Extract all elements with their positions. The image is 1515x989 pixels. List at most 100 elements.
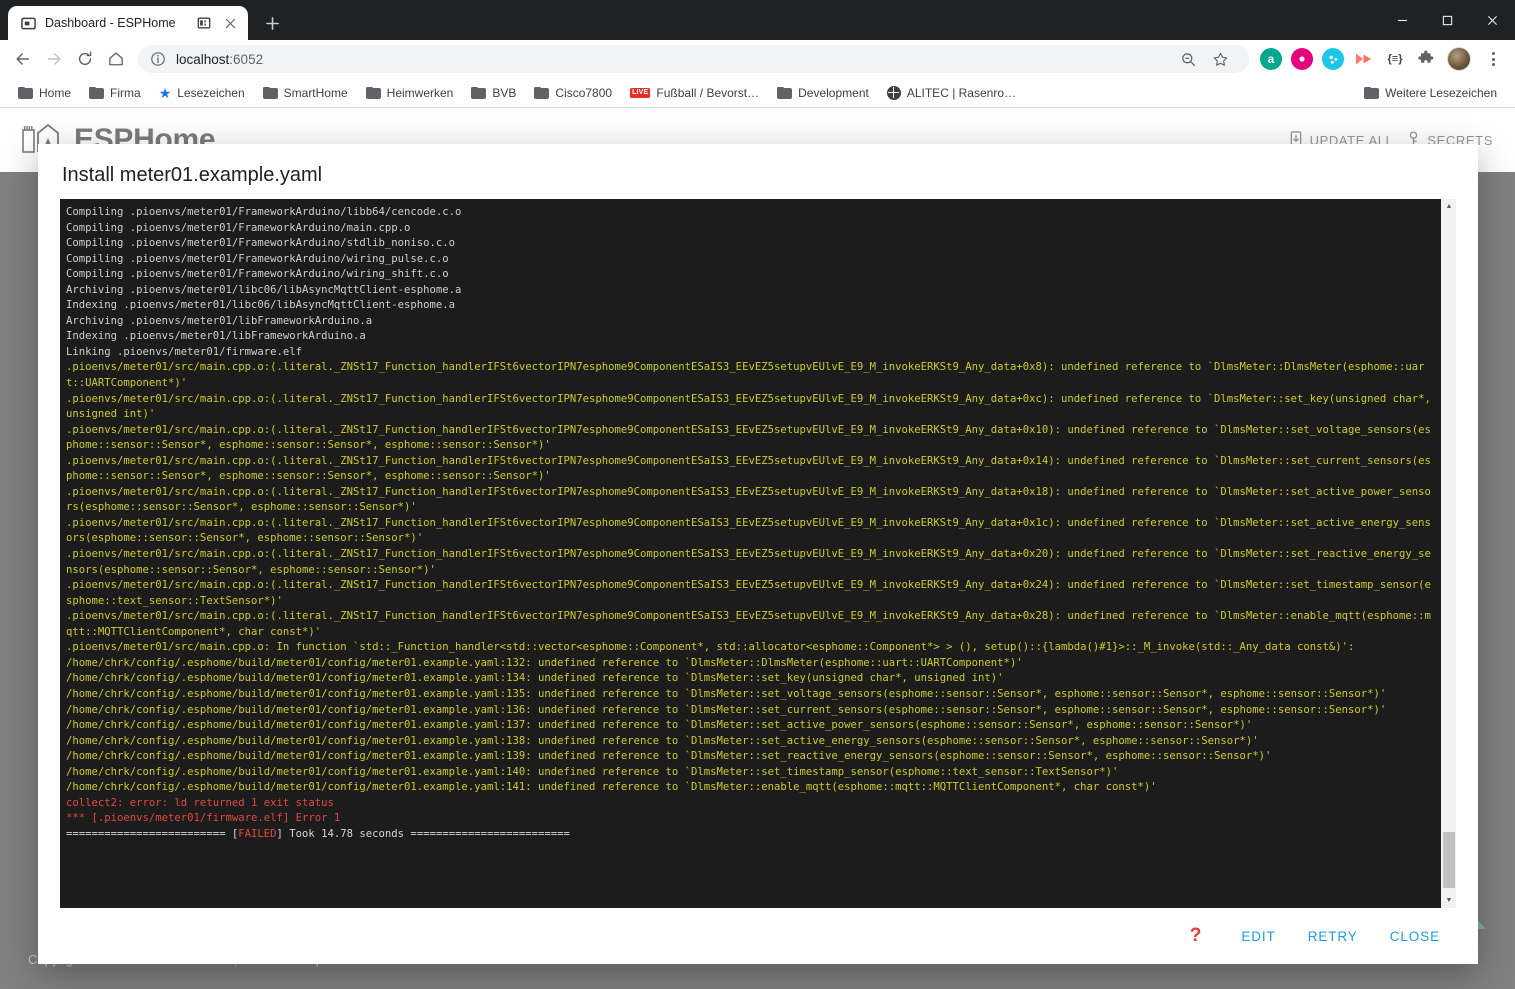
- other-bookmarks-folder[interactable]: Weitere Lesezeichen: [1356, 82, 1505, 104]
- build-log-terminal: Compiling .pioenvs/meter01/FrameworkArdu…: [60, 199, 1456, 908]
- window-minimize-button[interactable]: [1380, 4, 1425, 37]
- omnibox-actions: [1173, 44, 1235, 74]
- retry-button[interactable]: RETRY: [1292, 920, 1374, 953]
- terminal-line: /home/chrk/config/.esphome/build/meter01…: [66, 672, 1004, 685]
- terminal-line: Compiling .pioenvs/meter01/FrameworkArdu…: [66, 252, 449, 265]
- help-button[interactable]: ?: [1176, 917, 1216, 955]
- reload-icon[interactable]: [70, 44, 100, 74]
- bookmark-label: Fußball / Bevorst…: [656, 85, 760, 100]
- window-controls: [1380, 0, 1515, 40]
- star-bookmark-icon[interactable]: [1205, 44, 1235, 74]
- bookmark-item-home[interactable]: Home: [10, 82, 79, 104]
- terminal-line: *** [.pioenvs/meter01/firmware.elf] Erro…: [66, 812, 341, 825]
- folder-icon: [262, 86, 278, 99]
- close-button[interactable]: CLOSE: [1374, 920, 1456, 953]
- bookmark-label: Firma: [110, 85, 141, 100]
- folder-icon: [18, 86, 33, 99]
- terminal-scrollbar[interactable]: ▲ ▼: [1440, 199, 1456, 908]
- star-icon: ★: [158, 84, 172, 101]
- bookmark-label: Cisco7800: [555, 85, 613, 100]
- terminal-line: /home/chrk/config/.esphome/build/meter01…: [66, 656, 1023, 669]
- terminal-line: Compiling .pioenvs/meter01/FrameworkArdu…: [66, 206, 462, 218]
- folder-icon: [534, 86, 550, 99]
- terminal-line: Indexing .pioenvs/meter01/libFrameworkAr…: [66, 330, 366, 343]
- bookmark-item-lesezeichen[interactable]: ★ Lesezeichen: [151, 82, 253, 104]
- bookmark-item-smarthome[interactable]: SmartHome: [255, 82, 356, 104]
- privacy-badger-extension-icon[interactable]: [1291, 48, 1313, 70]
- browser-toolbar: localhost:6052 a {≡}: [0, 40, 1515, 78]
- bookmark-label: ALITEC | Rasenro…: [906, 85, 1016, 100]
- folder-icon: [365, 86, 381, 99]
- terminal-line: Indexing .pioenvs/meter01/libc06/libAsyn…: [66, 299, 456, 312]
- terminal-line: .pioenvs/meter01/src/main.cpp.o:(.litera…: [66, 423, 1431, 452]
- video-downloader-extension-icon[interactable]: [1353, 48, 1375, 70]
- scroll-down-arrow-icon[interactable]: ▼: [1441, 893, 1456, 908]
- site-info-icon[interactable]: [150, 51, 166, 67]
- bookmarks-bar: Home Firma ★ Lesezeichen SmartHome Heimwe…: [0, 78, 1515, 108]
- edit-button[interactable]: EDIT: [1225, 920, 1291, 953]
- address-bar-url: localhost:6052: [176, 52, 263, 67]
- extensions-puzzle-icon[interactable]: [1415, 48, 1437, 70]
- terminal-line: /home/chrk/config/.esphome/build/meter01…: [66, 719, 1253, 732]
- terminal-line: Archiving .pioenvs/meter01/libc06/libAsy…: [66, 283, 462, 296]
- profile-avatar[interactable]: [1447, 47, 1471, 71]
- terminal-line: .pioenvs/meter01/src/main.cpp.o:(.litera…: [66, 485, 1431, 514]
- chrome-menu-icon[interactable]: [1479, 45, 1507, 73]
- terminal-line: .pioenvs/meter01/src/main.cpp.o:(.litera…: [66, 454, 1431, 483]
- bookmark-item-alitec[interactable]: ALITEC | Rasenro…: [879, 82, 1024, 104]
- window-close-button[interactable]: [1470, 4, 1515, 37]
- home-icon[interactable]: [101, 44, 131, 74]
- terminal-line: /home/chrk/config/.esphome/build/meter01…: [66, 750, 1272, 763]
- bookmark-item-development[interactable]: Development: [769, 82, 877, 104]
- bookmark-item-bvb[interactable]: BVB: [463, 82, 524, 104]
- dialog-title: Install meter01.example.yaml: [62, 164, 323, 186]
- back-arrow-icon[interactable]: [8, 44, 38, 74]
- bookmark-label: Heimwerken: [386, 85, 454, 100]
- live-badge-icon: LIVE: [630, 87, 651, 98]
- terminal-line: Archiving .pioenvs/meter01/libFrameworkA…: [66, 314, 373, 327]
- terminal-line: /home/chrk/config/.esphome/build/meter01…: [66, 781, 1157, 794]
- zoom-out-icon[interactable]: [1173, 44, 1203, 74]
- bookmark-label: Development: [798, 85, 869, 100]
- folder-icon: [1364, 86, 1380, 99]
- window-favicon-icon: [20, 15, 36, 31]
- folder-icon: [89, 86, 105, 99]
- bookmark-label: SmartHome: [283, 85, 348, 100]
- dialog-actions: ? EDIT RETRY CLOSE: [38, 908, 1478, 964]
- bookmark-item-cisco7800[interactable]: Cisco7800: [526, 82, 620, 104]
- bookmark-item-fussball[interactable]: LIVE Fußball / Bevorst…: [622, 82, 767, 104]
- terminal-line: ========================= [FAILED] Took …: [66, 827, 570, 840]
- bitwarden-extension-icon[interactable]: [1322, 48, 1344, 70]
- window-maximize-button[interactable]: [1425, 4, 1470, 37]
- adblock-extension-icon[interactable]: a: [1260, 48, 1282, 70]
- terminal-line: /home/chrk/config/.esphome/build/meter01…: [66, 687, 1387, 700]
- install-dialog: Install meter01.example.yaml Compiling .…: [38, 144, 1478, 964]
- terminal-output[interactable]: Compiling .pioenvs/meter01/FrameworkArdu…: [60, 199, 1440, 908]
- terminal-line: .pioenvs/meter01/src/main.cpp.o:(.litera…: [66, 516, 1431, 545]
- browser-tab-dashboard[interactable]: Dashboard - ESPHome: [8, 6, 248, 40]
- scrollbar-thumb[interactable]: [1443, 832, 1455, 888]
- url-port: :6052: [229, 51, 264, 67]
- scroll-up-arrow-icon[interactable]: ▲: [1441, 199, 1456, 214]
- bookmark-label: Home: [39, 85, 72, 100]
- tab-split-icon[interactable]: [196, 15, 212, 31]
- terminal-line: /home/chrk/config/.esphome/build/meter01…: [66, 734, 1259, 747]
- terminal-line: .pioenvs/meter01/src/main.cpp.o:(.litera…: [66, 361, 1425, 390]
- tab-strip: Dashboard - ESPHome: [0, 0, 1515, 40]
- forward-arrow-icon: [39, 44, 69, 74]
- tab-close-icon[interactable]: [221, 14, 239, 32]
- json-viewer-extension-icon[interactable]: {≡}: [1384, 48, 1406, 70]
- address-bar[interactable]: localhost:6052: [138, 45, 1249, 73]
- terminal-line: Compiling .pioenvs/meter01/FrameworkArdu…: [66, 221, 411, 234]
- terminal-line: .pioenvs/meter01/src/main.cpp.o:(.litera…: [66, 579, 1431, 607]
- bookmark-item-firma[interactable]: Firma: [81, 82, 149, 104]
- new-tab-button[interactable]: [258, 9, 286, 37]
- failed-status-badge: FAILED: [238, 827, 277, 840]
- terminal-line: /home/chrk/config/.esphome/build/meter01…: [66, 703, 1387, 716]
- terminal-line: Compiling .pioenvs/meter01/FrameworkArdu…: [66, 268, 449, 281]
- terminal-line: collect2: error: ld returned 1 exit stat…: [66, 796, 334, 809]
- folder-icon: [471, 86, 487, 99]
- terminal-line: .pioenvs/meter01/src/main.cpp.o:(.litera…: [66, 548, 1431, 576]
- bookmark-item-heimwerken[interactable]: Heimwerken: [358, 82, 462, 104]
- terminal-line: Linking .pioenvs/meter01/firmware.elf: [66, 345, 302, 358]
